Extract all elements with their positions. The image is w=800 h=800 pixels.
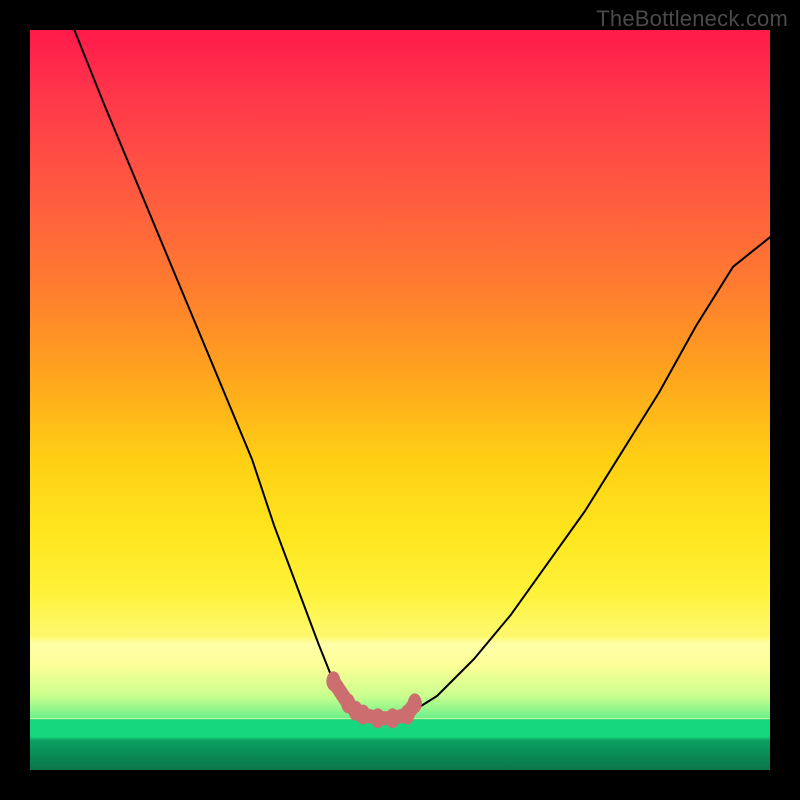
curve-svg (30, 30, 770, 770)
marker-dot (326, 671, 340, 691)
chart-container: TheBottleneck.com (0, 0, 800, 800)
marker-dot (386, 708, 400, 728)
minimum-markers (326, 671, 421, 728)
marker-dot (356, 705, 370, 725)
watermark-text: TheBottleneck.com (596, 6, 788, 32)
bottleneck-curve (74, 30, 770, 718)
marker-dot (408, 693, 422, 713)
plot-area (30, 30, 770, 770)
marker-dot (371, 708, 385, 728)
